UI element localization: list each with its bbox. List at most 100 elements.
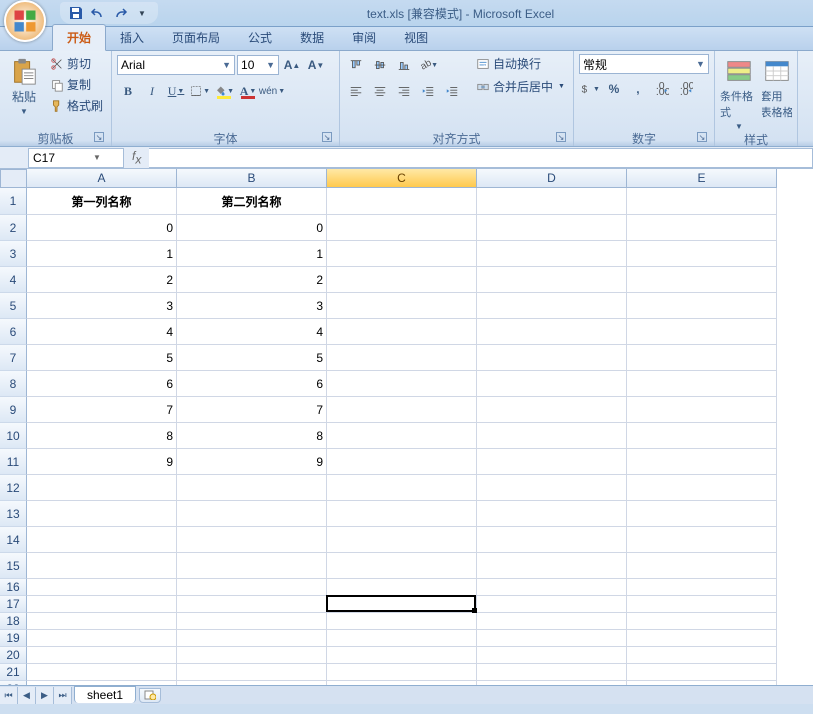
align-middle-button[interactable] — [369, 54, 391, 76]
accounting-button[interactable]: $▼ — [579, 78, 601, 100]
cell-D14[interactable] — [477, 527, 627, 553]
next-sheet-button[interactable]: ▶ — [36, 687, 54, 704]
ribbon-tab-2[interactable]: 页面布局 — [158, 25, 234, 50]
cell-B2[interactable]: 0 — [177, 215, 327, 241]
row-header-7[interactable]: 7 — [0, 345, 27, 371]
save-icon[interactable] — [68, 5, 84, 21]
cell-E18[interactable] — [627, 613, 777, 630]
cell-B20[interactable] — [177, 647, 327, 664]
row-header-13[interactable]: 13 — [0, 501, 27, 527]
row-header-8[interactable]: 8 — [0, 371, 27, 397]
ribbon-tab-0[interactable]: 开始 — [52, 24, 106, 51]
cell-D15[interactable] — [477, 553, 627, 579]
cell-E12[interactable] — [627, 475, 777, 501]
row-header-11[interactable]: 11 — [0, 449, 27, 475]
select-all-corner[interactable] — [0, 169, 27, 188]
format-painter-button[interactable]: 格式刷 — [47, 96, 106, 115]
cell-B18[interactable] — [177, 613, 327, 630]
paste-button[interactable]: 粘贴 ▼ — [5, 54, 43, 116]
col-header-A[interactable]: A — [27, 169, 177, 188]
increase-indent-button[interactable] — [441, 80, 463, 102]
cell-A5[interactable]: 3 — [27, 293, 177, 319]
row-header-19[interactable]: 19 — [0, 630, 27, 647]
cell-A4[interactable]: 2 — [27, 267, 177, 293]
prev-sheet-button[interactable]: ◀ — [18, 687, 36, 704]
cell-D9[interactable] — [477, 397, 627, 423]
cell-E3[interactable] — [627, 241, 777, 267]
alignment-dialog-launcher[interactable]: ↘ — [556, 132, 566, 142]
row-header-4[interactable]: 4 — [0, 267, 27, 293]
cell-D22[interactable] — [477, 681, 627, 685]
cell-D3[interactable] — [477, 241, 627, 267]
row-header-16[interactable]: 16 — [0, 579, 27, 596]
copy-button[interactable]: 复制 — [47, 75, 106, 94]
align-bottom-button[interactable] — [393, 54, 415, 76]
cell-C3[interactable] — [327, 241, 477, 267]
ribbon-tab-4[interactable]: 数据 — [286, 25, 338, 50]
cell-C9[interactable] — [327, 397, 477, 423]
row-header-18[interactable]: 18 — [0, 613, 27, 630]
cell-E7[interactable] — [627, 345, 777, 371]
italic-button[interactable]: I — [141, 80, 163, 102]
cell-E16[interactable] — [627, 579, 777, 596]
cell-B4[interactable]: 2 — [177, 267, 327, 293]
cell-A21[interactable] — [27, 664, 177, 681]
cell-E9[interactable] — [627, 397, 777, 423]
conditional-formatting-button[interactable]: 条件格式 ▼ — [720, 54, 758, 131]
cell-D5[interactable] — [477, 293, 627, 319]
cell-D13[interactable] — [477, 501, 627, 527]
cell-A9[interactable]: 7 — [27, 397, 177, 423]
cell-C14[interactable] — [327, 527, 477, 553]
cell-D6[interactable] — [477, 319, 627, 345]
col-header-B[interactable]: B — [177, 169, 327, 188]
cell-C4[interactable] — [327, 267, 477, 293]
cell-D8[interactable] — [477, 371, 627, 397]
cell-A16[interactable] — [27, 579, 177, 596]
cell-E1[interactable] — [627, 188, 777, 215]
cell-E20[interactable] — [627, 647, 777, 664]
cell-B3[interactable]: 1 — [177, 241, 327, 267]
cell-A7[interactable]: 5 — [27, 345, 177, 371]
ribbon-tab-1[interactable]: 插入 — [106, 25, 158, 50]
cell-D19[interactable] — [477, 630, 627, 647]
cell-B15[interactable] — [177, 553, 327, 579]
formula-input[interactable] — [149, 148, 813, 168]
number-format-select[interactable]: 常规▼ — [579, 54, 709, 74]
redo-icon[interactable] — [112, 5, 128, 21]
cell-D10[interactable] — [477, 423, 627, 449]
cell-E21[interactable] — [627, 664, 777, 681]
cell-A20[interactable] — [27, 647, 177, 664]
cell-B11[interactable]: 9 — [177, 449, 327, 475]
row-header-14[interactable]: 14 — [0, 527, 27, 553]
ribbon-tab-6[interactable]: 视图 — [390, 25, 442, 50]
cut-button[interactable]: 剪切 — [47, 54, 106, 73]
cell-E22[interactable] — [627, 681, 777, 685]
cell-E8[interactable] — [627, 371, 777, 397]
row-header-12[interactable]: 12 — [0, 475, 27, 501]
cell-B9[interactable]: 7 — [177, 397, 327, 423]
row-header-17[interactable]: 17 — [0, 596, 27, 613]
cell-B13[interactable] — [177, 501, 327, 527]
cell-B8[interactable]: 6 — [177, 371, 327, 397]
cell-A11[interactable]: 9 — [27, 449, 177, 475]
name-box-input[interactable] — [33, 151, 93, 165]
number-dialog-launcher[interactable]: ↘ — [697, 132, 707, 142]
cell-D21[interactable] — [477, 664, 627, 681]
fx-icon[interactable]: fx — [124, 149, 149, 166]
cell-D16[interactable] — [477, 579, 627, 596]
cell-B5[interactable]: 3 — [177, 293, 327, 319]
font-color-button[interactable]: A▼ — [237, 80, 259, 102]
cell-E10[interactable] — [627, 423, 777, 449]
row-header-2[interactable]: 2 — [0, 215, 27, 241]
cell-D1[interactable] — [477, 188, 627, 215]
cell-C19[interactable] — [327, 630, 477, 647]
cell-A17[interactable] — [27, 596, 177, 613]
cell-A2[interactable]: 0 — [27, 215, 177, 241]
cell-B19[interactable] — [177, 630, 327, 647]
cell-A3[interactable]: 1 — [27, 241, 177, 267]
cell-B12[interactable] — [177, 475, 327, 501]
row-header-3[interactable]: 3 — [0, 241, 27, 267]
cell-E11[interactable] — [627, 449, 777, 475]
row-header-5[interactable]: 5 — [0, 293, 27, 319]
comma-button[interactable]: , — [627, 78, 649, 100]
